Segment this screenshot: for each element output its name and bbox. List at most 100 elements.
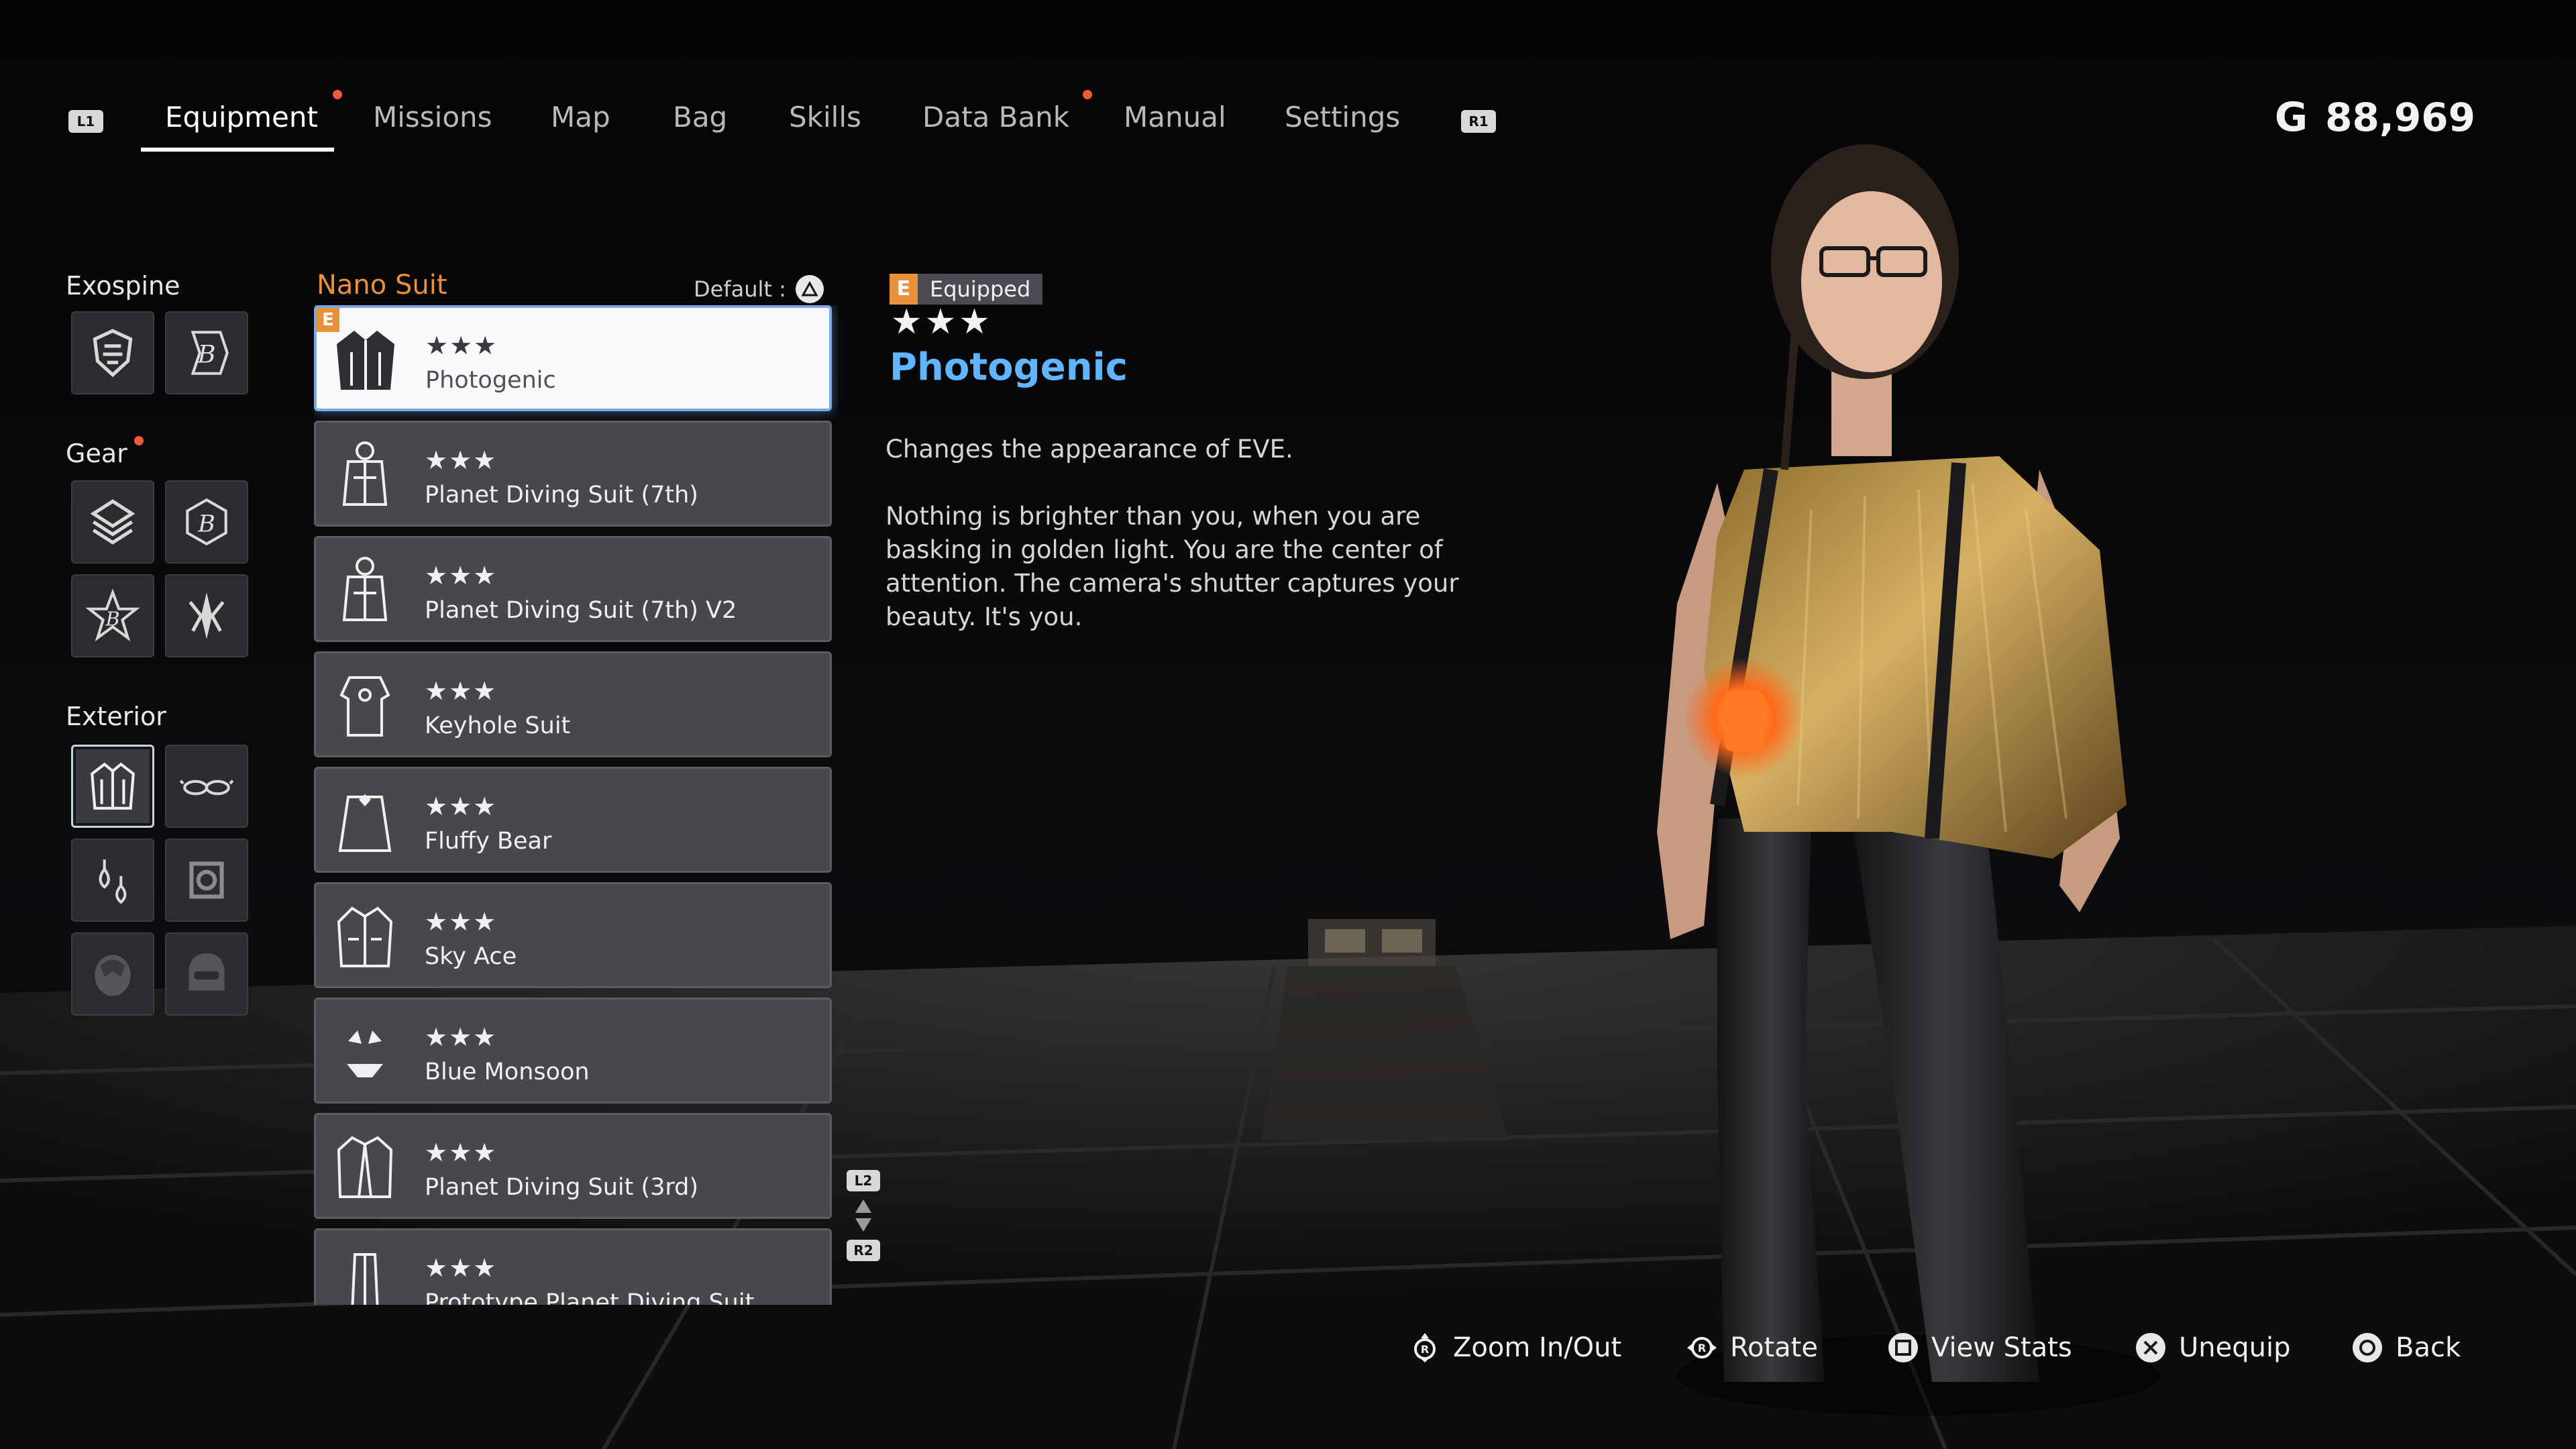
helmet-icon xyxy=(189,953,225,991)
exterior-slot-hair[interactable] xyxy=(165,839,248,922)
item-stars: ★★★ xyxy=(425,561,498,590)
fluffy-bear-icon xyxy=(338,794,392,852)
svg-text:R: R xyxy=(1698,1342,1706,1354)
exospine-slot-2[interactable]: B xyxy=(165,311,248,394)
r1-button-hint[interactable]: R1 xyxy=(1461,110,1496,133)
hint-label: Zoom In/Out xyxy=(1453,1332,1622,1363)
tab-skills[interactable]: Skills xyxy=(789,101,861,141)
scroll-arrows-icon xyxy=(855,1199,871,1232)
exospine-shield-icon xyxy=(93,329,133,378)
gear-chevron-icon xyxy=(90,499,136,545)
tab-data-bank[interactable]: Data Bank xyxy=(922,101,1069,141)
tab-missions[interactable]: Missions xyxy=(373,101,492,141)
hint-back[interactable]: Back xyxy=(2351,1332,2461,1364)
equipped-badge-letter: E xyxy=(890,274,918,305)
equipment-notification-dot xyxy=(333,90,342,99)
diving-suit-icon xyxy=(342,557,388,621)
face-icon xyxy=(95,955,131,996)
exospine-slot-1[interactable] xyxy=(71,311,154,394)
swimsuit-icon xyxy=(347,1030,383,1077)
suit-thumbnail-icon xyxy=(337,331,394,390)
square-button-icon xyxy=(1888,1333,1918,1362)
exterior-slot-suit[interactable] xyxy=(71,745,154,828)
default-hint[interactable]: Default : xyxy=(694,275,824,303)
scroll-hint: L2 R2 xyxy=(847,1170,880,1261)
circle-button-icon xyxy=(2353,1333,2382,1362)
hint-label: Rotate xyxy=(1730,1332,1818,1363)
item-stars: ★★★ xyxy=(425,792,498,821)
svg-text:B: B xyxy=(197,339,215,368)
tab-bag[interactable]: Bag xyxy=(673,101,727,141)
detail-stars: ★★★ xyxy=(891,302,993,342)
gear-b-hex-icon: B xyxy=(186,498,227,546)
glasses-icon xyxy=(179,780,234,796)
item-stars: ★★★ xyxy=(425,1138,498,1167)
hint-label: Back xyxy=(2396,1332,2461,1363)
tab-equipment[interactable]: Equipment xyxy=(165,101,318,141)
active-tab-underline xyxy=(141,148,334,152)
item-name: Sky Ace xyxy=(425,943,517,970)
list-item-fluffy-bear[interactable]: ★★★ Fluffy Bear xyxy=(314,767,832,873)
svg-text:R: R xyxy=(1421,1343,1429,1356)
hairstyle-icon xyxy=(189,861,224,899)
detail-title: Photogenic xyxy=(890,345,1128,389)
item-name: Photogenic xyxy=(425,367,556,394)
gear-blade-icon xyxy=(189,592,225,639)
item-stars: ★★★ xyxy=(425,445,498,475)
item-name: Planet Diving Suit (3rd) xyxy=(425,1174,699,1201)
list-item-planet-diving-suit-7th[interactable]: ★★★ Planet Diving Suit (7th) xyxy=(314,421,832,527)
tab-map[interactable]: Map xyxy=(551,101,610,141)
diving-suit-icon xyxy=(351,1253,379,1305)
exterior-slot-helmet[interactable] xyxy=(165,932,248,1016)
hint-zoom[interactable]: R Zoom In/Out xyxy=(1409,1332,1621,1364)
suit-icon xyxy=(91,762,135,810)
list-item-planet-diving-suit-3rd[interactable]: ★★★ Planet Diving Suit (3rd) xyxy=(314,1113,832,1219)
gear-slot-1[interactable] xyxy=(71,480,154,564)
currency-icon: G xyxy=(2274,94,2308,141)
exterior-slot-earrings[interactable] xyxy=(71,839,154,922)
list-item-blue-monsoon[interactable]: ★★★ Blue Monsoon xyxy=(314,998,832,1104)
cross-button-icon xyxy=(2136,1333,2165,1362)
gear-slot-3[interactable]: B xyxy=(71,574,154,657)
detail-description: Changes the appearance of EVE. xyxy=(885,435,1293,464)
r2-button-hint[interactable]: R2 xyxy=(847,1240,880,1261)
l2-button-hint[interactable]: L2 xyxy=(847,1170,880,1191)
currency-amount: 88,969 xyxy=(2325,95,2475,140)
list-item-keyhole-suit[interactable]: ★★★ Keyhole Suit xyxy=(314,651,832,757)
equipped-badge-text: Equipped xyxy=(918,274,1043,305)
item-name: Planet Diving Suit (7th) V2 xyxy=(425,597,737,624)
right-stick-rotate-icon: R xyxy=(1687,1337,1717,1358)
right-stick-click-icon: R xyxy=(1414,1333,1436,1362)
nano-suit-list[interactable]: E ★★★ Photogenic ★★★ Planet Diving Suit … xyxy=(314,305,839,1305)
item-stars: ★★★ xyxy=(425,676,498,706)
gear-slot-4[interactable] xyxy=(165,574,248,657)
list-item-prototype-planet-diving-suit[interactable]: ★★★ Prototype Planet Diving Suit xyxy=(314,1228,832,1305)
detail-lore-text: Nothing is brighter than you, when you a… xyxy=(885,502,1459,631)
list-item-photogenic[interactable]: E ★★★ Photogenic xyxy=(314,305,832,411)
data-bank-notification-dot xyxy=(1083,90,1092,99)
svg-text:B: B xyxy=(197,511,215,537)
hint-rotate[interactable]: R Rotate xyxy=(1686,1332,1818,1364)
list-title-nano-suit: Nano Suit xyxy=(317,270,447,301)
item-name: Keyhole Suit xyxy=(425,712,571,739)
l1-button-hint[interactable]: L1 xyxy=(68,110,103,133)
item-name: Planet Diving Suit (7th) xyxy=(425,482,698,508)
item-stars: ★★★ xyxy=(425,907,498,936)
tab-manual[interactable]: Manual xyxy=(1124,101,1226,141)
exterior-slot-face[interactable] xyxy=(71,932,154,1016)
hint-view-stats[interactable]: View Stats xyxy=(1887,1332,2072,1364)
list-item-sky-ace[interactable]: ★★★ Sky Ace xyxy=(314,882,832,988)
keyhole-suit-icon xyxy=(339,676,390,737)
item-name: Prototype Planet Diving Suit xyxy=(425,1289,755,1305)
item-stars: ★★★ xyxy=(425,331,498,360)
item-stars: ★★★ xyxy=(425,1022,498,1052)
gear-slot-2[interactable]: B xyxy=(165,480,248,564)
exterior-slot-glasses[interactable] xyxy=(165,745,248,828)
hint-unequip[interactable]: Unequip xyxy=(2135,1332,2290,1364)
default-label: Default : xyxy=(694,276,786,302)
hint-label: Unequip xyxy=(2179,1332,2291,1363)
gear-notification-dot xyxy=(134,436,144,445)
item-name: Blue Monsoon xyxy=(425,1059,590,1085)
list-item-planet-diving-suit-7th-v2[interactable]: ★★★ Planet Diving Suit (7th) V2 xyxy=(314,536,832,642)
tab-settings[interactable]: Settings xyxy=(1285,101,1400,141)
